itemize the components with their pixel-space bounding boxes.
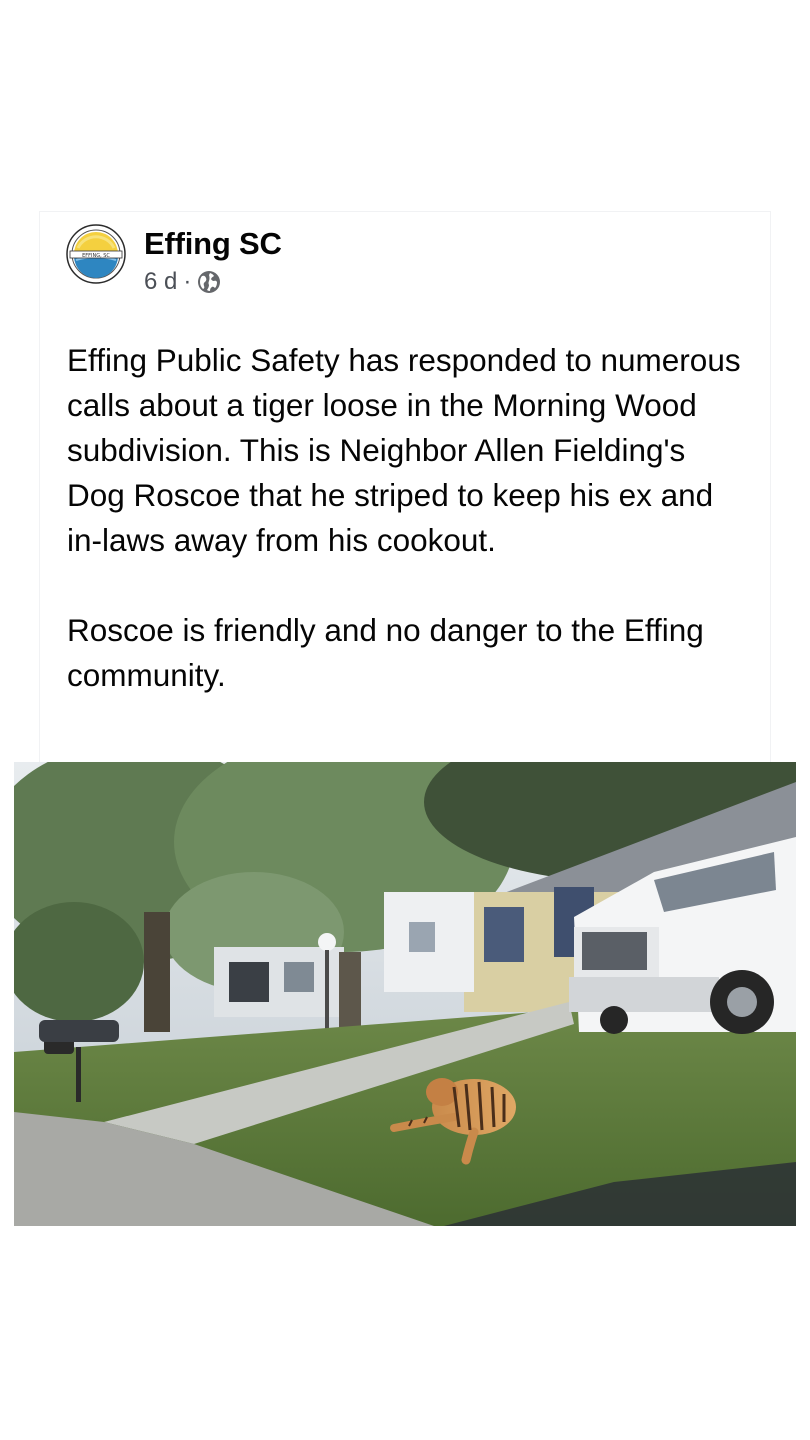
post-paragraph: Roscoe is friendly and no danger to the … [67, 612, 704, 693]
post-photo[interactable] [14, 762, 796, 1226]
header-text: Effing SC 6 d · [144, 226, 282, 296]
post-body: Effing Public Safety has responded to nu… [67, 338, 747, 698]
photo-tiger-dog-on-lawn-icon [14, 762, 796, 1226]
post-header: EFFING, SC Effing SC 6 d · [66, 224, 282, 296]
post-paragraph: Effing Public Safety has responded to nu… [67, 342, 741, 558]
avatar-text: EFFING, SC [82, 253, 110, 259]
globe-icon[interactable] [197, 270, 221, 294]
post-meta: 6 d · [144, 268, 282, 296]
meta-separator: · [183, 268, 192, 295]
post-card: EFFING, SC Effing SC 6 d · Effing Public… [40, 212, 770, 764]
page-avatar[interactable]: EFFING, SC [66, 224, 126, 284]
post-timestamp[interactable]: 6 d [144, 268, 177, 296]
page-name[interactable]: Effing SC [144, 226, 282, 262]
